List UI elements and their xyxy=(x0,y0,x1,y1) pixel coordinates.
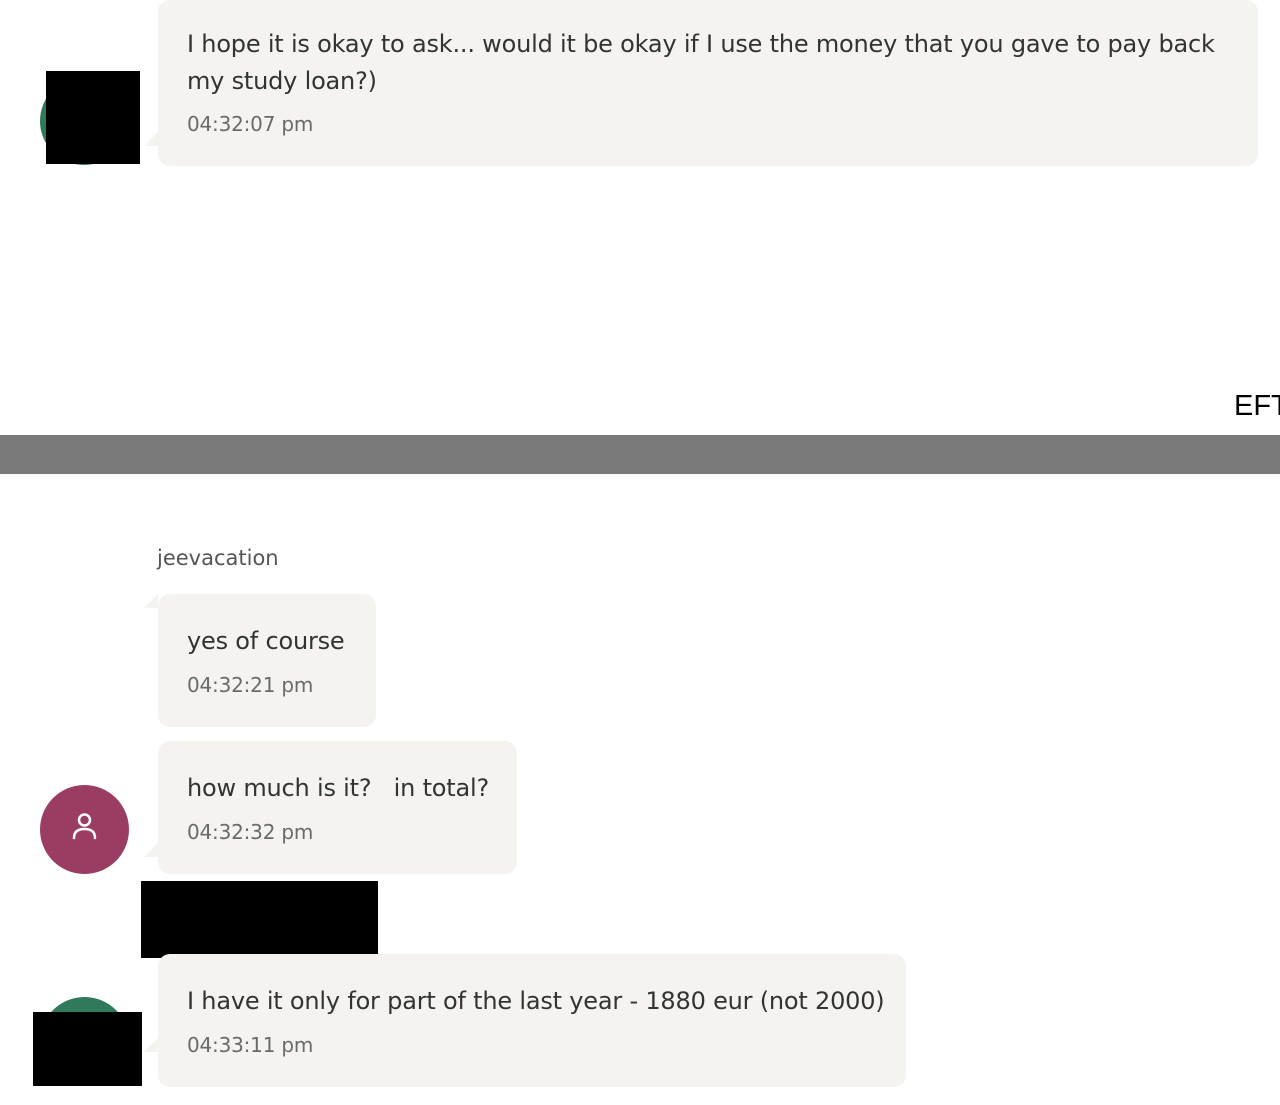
message-timestamp: 04:33:11 pm xyxy=(187,1033,314,1057)
redaction-box xyxy=(141,881,378,958)
screenshot-divider xyxy=(0,435,1280,474)
avatar xyxy=(40,785,129,874)
message-timestamp: 04:32:32 pm xyxy=(187,820,314,844)
message-bubble: I have it only for part of the last year… xyxy=(144,954,906,1087)
message-bubble: I hope it is okay to ask... would it be … xyxy=(144,0,1258,166)
edge-label: EFT xyxy=(1234,390,1280,422)
message-bubble: how much is it? in total? 04:32:32 pm xyxy=(144,741,517,874)
message-text: I have it only for part of the last year… xyxy=(187,987,885,1015)
message-text: I hope it is okay to ask... would it be … xyxy=(187,30,1215,95)
redaction-box xyxy=(46,71,140,164)
message-text: how much is it? in total? xyxy=(187,774,490,802)
message-timestamp: 04:32:21 pm xyxy=(187,673,314,697)
user-icon xyxy=(72,813,97,840)
message-timestamp: 04:32:07 pm xyxy=(187,112,314,136)
sender-name: jeevacation xyxy=(157,546,279,570)
redaction-box xyxy=(33,1012,142,1086)
message-bubble: yes of course 04:32:21 pm xyxy=(144,594,376,727)
message-text: yes of course xyxy=(187,627,345,655)
